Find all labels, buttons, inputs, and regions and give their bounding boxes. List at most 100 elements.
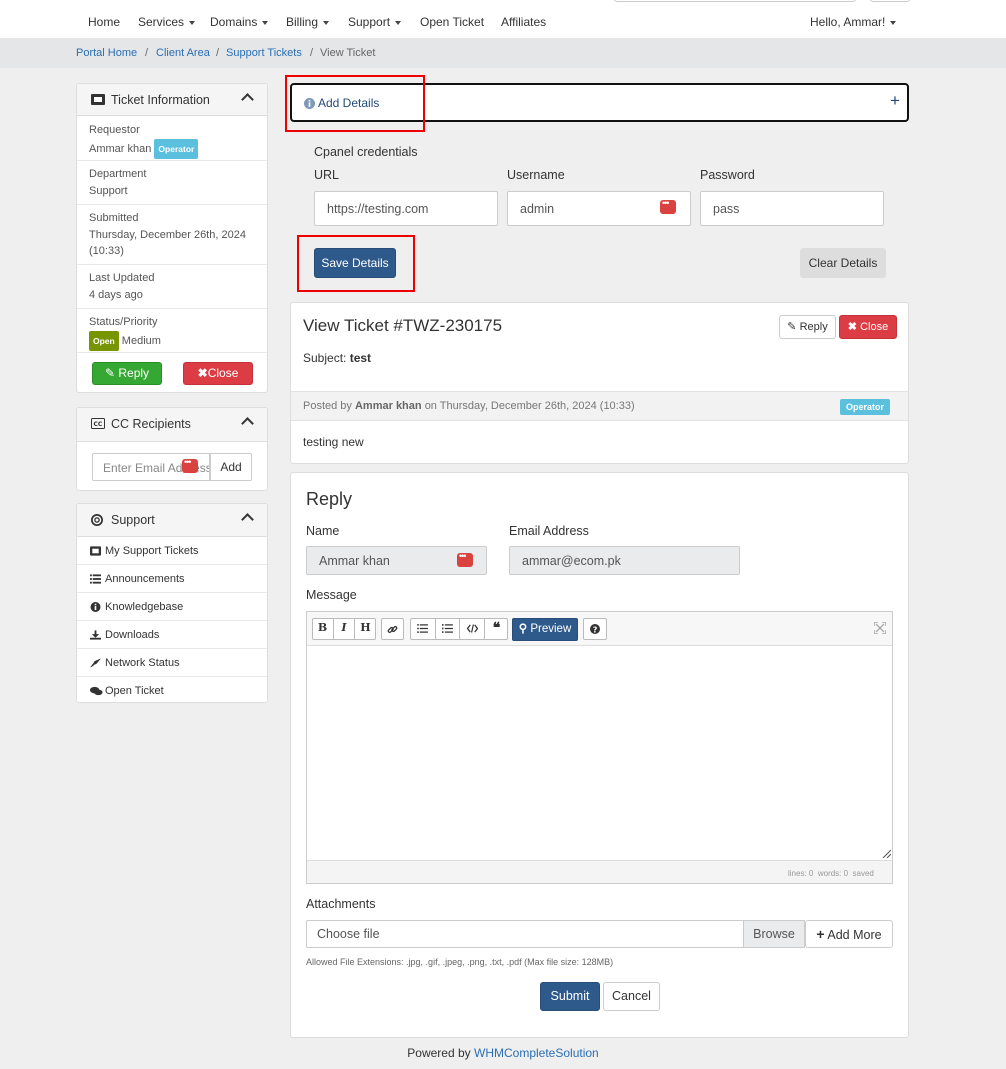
- sidebar-reply-label: Reply: [118, 366, 150, 380]
- ordered-list-button[interactable]: [435, 618, 459, 640]
- bold-button[interactable]: B: [312, 618, 333, 640]
- sidebar-item-label: My Support Tickets: [105, 545, 199, 557]
- message-body: testing new: [303, 435, 364, 449]
- ticket-reply-button[interactable]: ✎ Reply: [779, 315, 836, 339]
- cc-recipients-header[interactable]: CC CC Recipients: [77, 408, 267, 442]
- nav-domains-label: Domains: [210, 15, 258, 29]
- status-value: Open Medium: [89, 331, 161, 351]
- password-field[interactable]: pass: [700, 191, 884, 226]
- lines-count: lines: 0: [788, 869, 814, 878]
- resize-handle-icon[interactable]: [882, 849, 891, 858]
- sidebar-item-knowledgebase[interactable]: Knowledgebase: [77, 593, 267, 621]
- email-label: Email Address: [509, 524, 589, 538]
- chevron-up-icon[interactable]: [241, 417, 254, 430]
- nav-support[interactable]: Support: [348, 15, 402, 29]
- priority-value: Medium: [121, 334, 161, 347]
- sidebar-reply-button[interactable]: ✎ Reply: [92, 362, 162, 385]
- nav-services[interactable]: Services: [138, 15, 196, 29]
- list-icon: [90, 574, 101, 584]
- message-textarea[interactable]: [307, 646, 892, 860]
- sidebar-item-label: Knowledgebase: [105, 601, 184, 613]
- quote-icon: ❝: [492, 620, 501, 636]
- top-search-input[interactable]: [614, 0, 856, 2]
- password-manager-icon[interactable]: [660, 198, 676, 214]
- nav-affiliates[interactable]: Affiliates: [501, 15, 546, 29]
- help-button[interactable]: ?: [583, 618, 607, 640]
- heading-button[interactable]: H: [354, 618, 376, 640]
- name-value: Ammar khan: [319, 554, 390, 568]
- cpanel-section-title: Cpanel credentials: [314, 145, 418, 159]
- plus-icon: +: [816, 926, 825, 942]
- submit-button[interactable]: Submit: [540, 982, 600, 1011]
- cc-add-button[interactable]: Add: [210, 453, 252, 481]
- nav-billing[interactable]: Billing: [286, 15, 330, 29]
- footer: Powered by WHMCompleteSolution: [0, 1046, 1006, 1060]
- sidebar-item-my-support-tickets[interactable]: My Support Tickets: [77, 537, 267, 565]
- download-icon: [90, 630, 101, 640]
- top-search-button[interactable]: [870, 0, 910, 2]
- chevron-up-icon[interactable]: [241, 513, 254, 526]
- sidebar-item-label: Open Ticket: [105, 685, 164, 697]
- file-input[interactable]: Choose file: [306, 920, 805, 948]
- nav-open-ticket[interactable]: Open Ticket: [420, 15, 484, 29]
- nav-support-label: Support: [348, 15, 391, 29]
- breadcrumb-support-tickets[interactable]: Support Tickets: [226, 47, 302, 59]
- fullscreen-icon[interactable]: [874, 622, 886, 634]
- sidebar-item-open-ticket[interactable]: Open Ticket: [77, 677, 267, 705]
- code-button[interactable]: [459, 618, 484, 640]
- ticket-info-header[interactable]: Ticket Information: [77, 84, 267, 116]
- question-circle-icon: ?: [590, 624, 600, 634]
- url-label: URL: [314, 168, 340, 182]
- ticket-icon: [90, 546, 101, 556]
- link-icon: [387, 626, 398, 633]
- preview-label: Preview: [530, 623, 572, 635]
- top-navbar: Home Services Domains Billing Support Op…: [0, 0, 1006, 38]
- ticket-icon: [91, 94, 105, 105]
- cc-icon: CC: [91, 418, 105, 429]
- sidebar-item-label: Network Status: [105, 657, 180, 669]
- sidebar-close-label: Close: [207, 366, 239, 380]
- clear-details-button[interactable]: Clear Details: [800, 248, 886, 278]
- password-manager-icon[interactable]: [457, 551, 473, 567]
- add-more-button[interactable]: + Add More: [805, 920, 893, 948]
- words-count: words: 0: [817, 869, 849, 878]
- highlight-add-details: [285, 75, 425, 132]
- browse-button[interactable]: Browse: [743, 920, 805, 948]
- ticket-reply-label: Reply: [799, 321, 828, 333]
- chevron-up-icon[interactable]: [241, 93, 254, 106]
- sidebar-item-network-status[interactable]: Network Status: [77, 649, 267, 677]
- preview-button[interactable]: ⚲ Preview: [512, 618, 578, 641]
- quote-button[interactable]: ❝: [484, 618, 508, 640]
- nav-services-label: Services: [138, 15, 185, 29]
- nav-domains[interactable]: Domains: [210, 15, 269, 29]
- unordered-list-button[interactable]: [410, 618, 435, 640]
- reply-card: Reply Name Email Address Ammar khan amma…: [290, 472, 909, 1038]
- support-header[interactable]: Support: [77, 504, 267, 537]
- expand-plus-icon[interactable]: +: [890, 91, 900, 111]
- link-button[interactable]: [381, 618, 404, 640]
- breadcrumb-separator: /: [310, 47, 314, 59]
- italic-button[interactable]: I: [333, 618, 354, 640]
- sidebar-item-label: Downloads: [105, 629, 160, 641]
- sidebar-close-button[interactable]: ✖Close: [183, 362, 253, 385]
- email-value: ammar@ecom.pk: [522, 554, 621, 568]
- sidebar-item-downloads[interactable]: Downloads: [77, 621, 267, 649]
- rocket-icon: [90, 658, 101, 668]
- nav-home[interactable]: Home: [88, 15, 120, 29]
- status-badge: Open: [89, 331, 119, 351]
- breadcrumb-client-area[interactable]: Client Area: [156, 47, 210, 59]
- password-manager-icon[interactable]: [182, 457, 198, 473]
- requestor-label: Requestor: [89, 124, 140, 136]
- email-field[interactable]: ammar@ecom.pk: [509, 546, 740, 575]
- search-icon: ⚲: [518, 623, 528, 635]
- cancel-button[interactable]: Cancel: [603, 982, 660, 1011]
- breadcrumb-portal-home[interactable]: Portal Home: [76, 47, 137, 59]
- posted-date: on Thursday, December 26th, 2024 (10:33): [424, 400, 635, 412]
- user-menu[interactable]: Hello, Ammar!: [810, 15, 897, 29]
- life-ring-icon: [91, 514, 103, 526]
- sidebar-item-announcements[interactable]: Announcements: [77, 565, 267, 593]
- footer-brand-link[interactable]: WHMCompleteSolution: [474, 1046, 599, 1060]
- name-label: Name: [306, 524, 340, 538]
- url-field[interactable]: https://testing.com: [314, 191, 498, 226]
- ticket-close-button[interactable]: ✖ Close: [839, 315, 897, 339]
